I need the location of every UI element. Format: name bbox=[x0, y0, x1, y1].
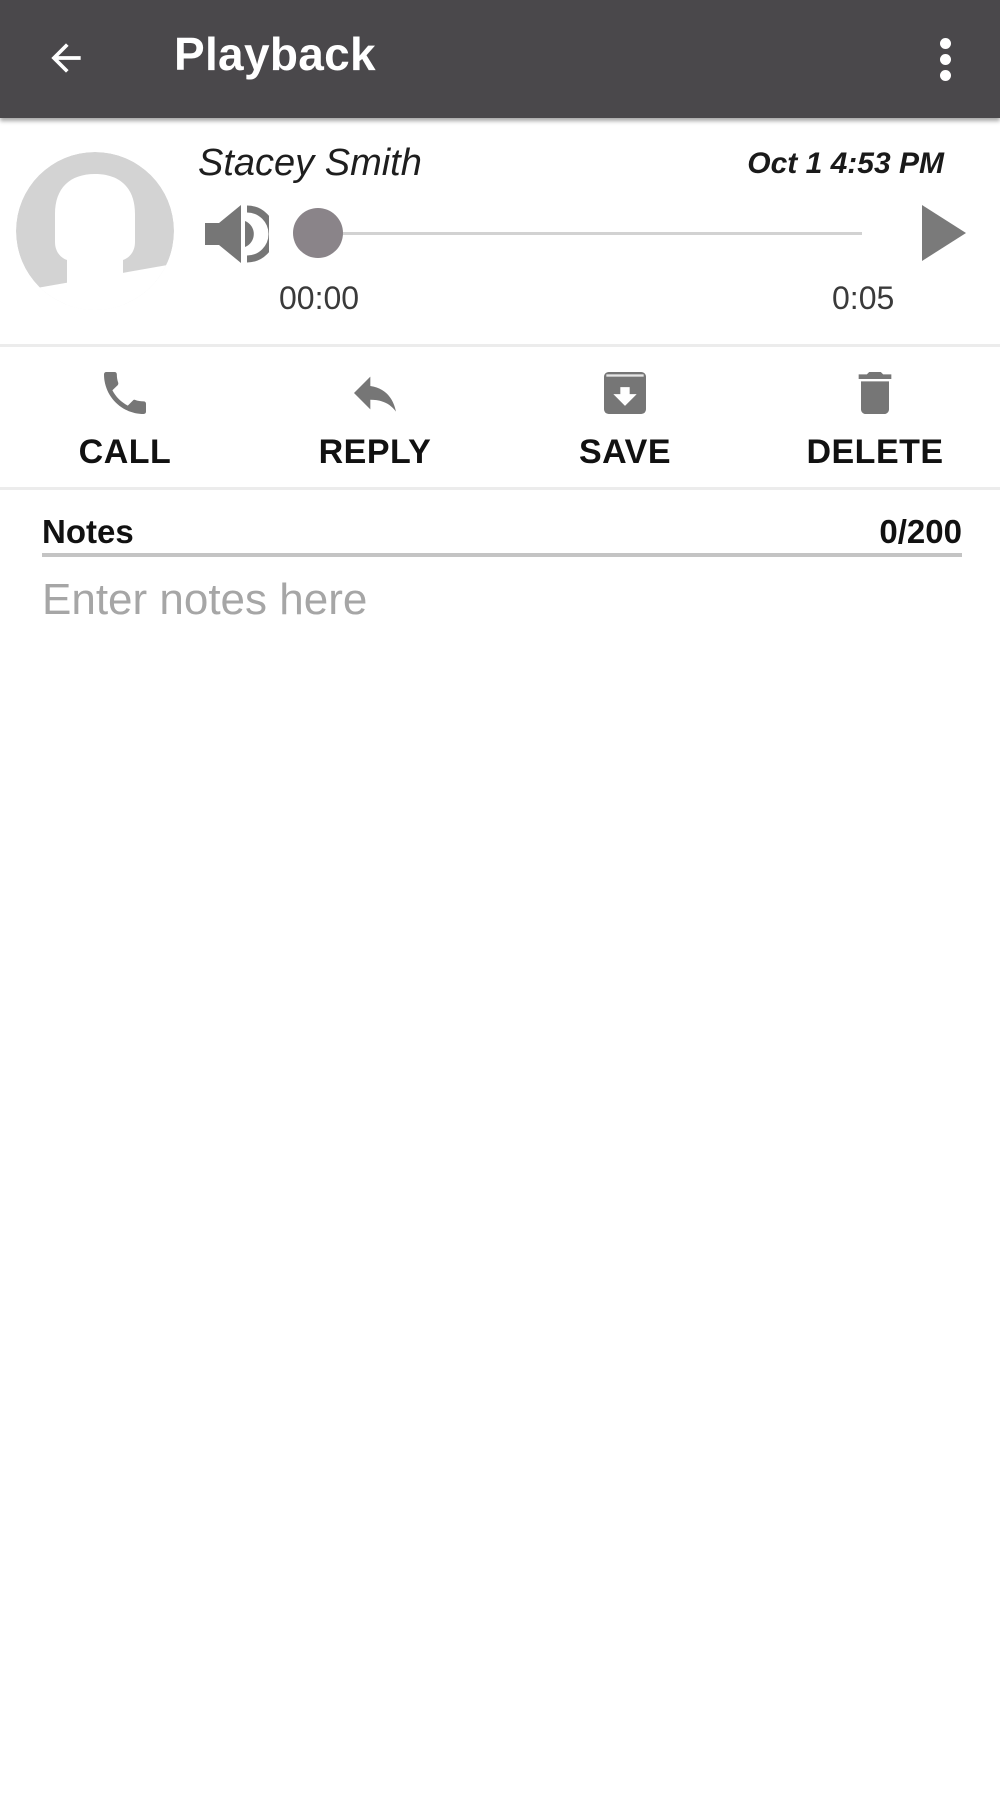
delete-label: DELETE bbox=[806, 433, 944, 471]
current-time: 00:00 bbox=[279, 280, 360, 316]
save-button[interactable]: SAVE bbox=[500, 347, 750, 487]
volume-button[interactable] bbox=[203, 203, 276, 265]
voicemail-player: Stacey Smith Oct 1 4:53 PM 00:00 0:05 bbox=[0, 118, 1000, 344]
app-bar: Playback bbox=[0, 0, 1000, 118]
notes-char-count: 0/200 bbox=[879, 513, 962, 550]
archive-icon bbox=[604, 372, 646, 414]
delete-button[interactable]: DELETE bbox=[750, 347, 1000, 487]
call-button[interactable]: CALL bbox=[0, 347, 250, 487]
volume-icon bbox=[205, 205, 276, 263]
play-button[interactable] bbox=[910, 198, 980, 268]
seek-slider[interactable] bbox=[292, 208, 864, 258]
reply-label: REPLY bbox=[318, 433, 432, 471]
notes-header: Notes 0/200 bbox=[42, 505, 962, 557]
back-button[interactable] bbox=[36, 28, 96, 88]
arrow-left-icon bbox=[51, 43, 81, 73]
seek-track bbox=[318, 232, 862, 235]
phone-icon bbox=[104, 372, 146, 414]
save-label: SAVE bbox=[578, 433, 672, 471]
notes-section: Notes 0/200 bbox=[42, 505, 962, 635]
call-label: CALL bbox=[78, 433, 172, 471]
reply-button[interactable]: REPLY bbox=[250, 347, 500, 487]
trash-icon bbox=[858, 372, 892, 414]
seek-thumb[interactable] bbox=[293, 208, 343, 258]
more-vert-icon bbox=[939, 37, 951, 49]
page-title: Playback bbox=[174, 28, 376, 80]
more-vert-icon-dot bbox=[939, 53, 951, 65]
reply-icon bbox=[354, 376, 396, 412]
more-options-button[interactable] bbox=[925, 26, 965, 92]
total-duration: 0:05 bbox=[832, 280, 895, 316]
message-date: Oct 1 4:53 PM bbox=[747, 147, 944, 180]
person-placeholder-icon bbox=[16, 152, 174, 310]
play-icon bbox=[922, 205, 966, 261]
action-bar: CALL REPLY SAVE DELETE bbox=[0, 347, 1000, 487]
contact-name: Stacey Smith bbox=[198, 142, 422, 184]
more-vert-icon-dot bbox=[939, 69, 951, 81]
notes-input[interactable] bbox=[42, 565, 962, 635]
divider bbox=[0, 487, 1000, 490]
notes-label: Notes bbox=[42, 513, 134, 550]
